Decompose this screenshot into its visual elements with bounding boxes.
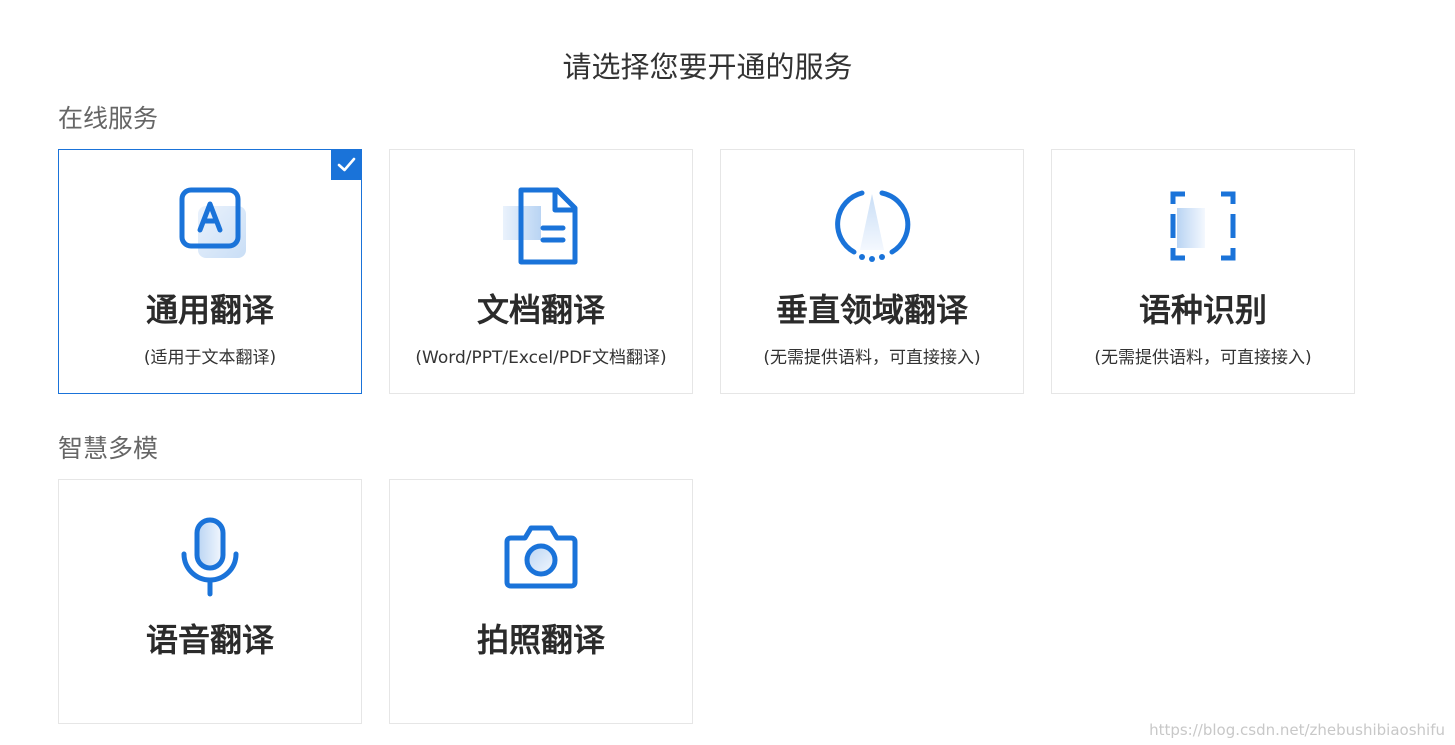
camera-icon xyxy=(499,514,583,598)
card-name: 语音翻译 xyxy=(145,621,274,659)
section-title-online: 在线服务 xyxy=(58,104,159,133)
page-title: 请选择您要开通的服务 xyxy=(562,50,853,84)
card-desc: (无需提供语料，可直接接入) xyxy=(1094,348,1312,368)
document-icon xyxy=(499,184,583,268)
card-name: 语种识别 xyxy=(1138,291,1267,329)
service-card-speech-translation[interactable]: 语音翻译 xyxy=(58,479,362,724)
card-desc: (无需提供语料，可直接接入) xyxy=(763,348,981,368)
card-name: 垂直领域翻译 xyxy=(775,291,968,329)
card-name: 拍照翻译 xyxy=(476,621,605,659)
card-name: 文档翻译 xyxy=(476,291,605,329)
service-card-photo-translation[interactable]: 拍照翻译 xyxy=(389,479,693,724)
watermark-url: https://blog.csdn.net/zhebushibiaoshifu xyxy=(1149,721,1445,739)
card-desc: (Word/PPT/Excel/PDF文档翻译) xyxy=(415,348,667,368)
card-desc: (适用于文本翻译) xyxy=(143,348,277,368)
service-card-general-translation[interactable]: 通用翻译 (适用于文本翻译) xyxy=(58,149,362,394)
section-title-multimodal: 智慧多模 xyxy=(58,434,159,463)
text-translate-icon xyxy=(168,184,252,268)
compass-icon xyxy=(830,184,914,268)
service-card-language-detection[interactable]: 语种识别 (无需提供语料，可直接接入) xyxy=(1051,149,1355,394)
service-card-document-translation[interactable]: 文档翻译 (Word/PPT/Excel/PDF文档翻译) xyxy=(389,149,693,394)
selected-check-icon xyxy=(331,149,362,180)
service-card-vertical-domain[interactable]: 垂直领域翻译 (无需提供语料，可直接接入) xyxy=(720,149,1024,394)
card-name: 通用翻译 xyxy=(145,291,274,329)
scan-frame-icon xyxy=(1161,184,1245,268)
microphone-icon xyxy=(168,514,252,598)
